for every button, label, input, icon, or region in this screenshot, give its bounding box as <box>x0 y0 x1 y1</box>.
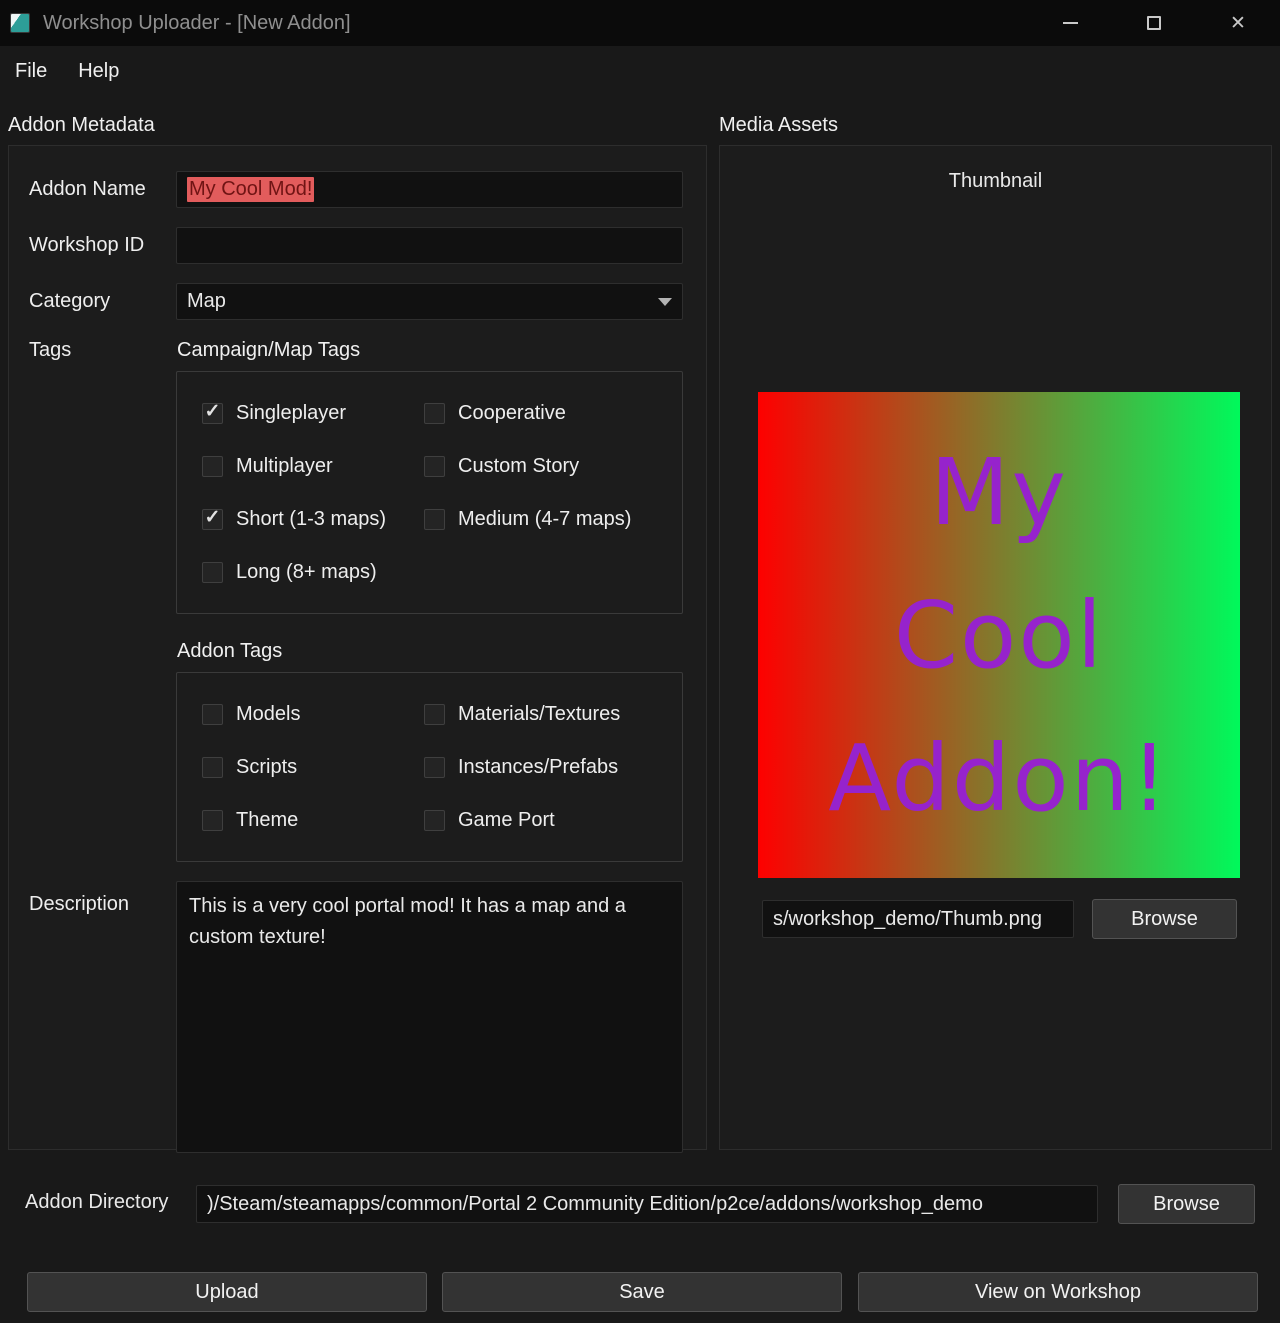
category-selected-value: Map <box>187 290 226 313</box>
checkbox-label: Models <box>236 703 300 726</box>
checkbox-box[interactable] <box>424 456 445 477</box>
checkbox-box[interactable] <box>424 403 445 424</box>
checkbox-scripts[interactable]: Scripts <box>202 756 424 778</box>
tags-label: Tags <box>29 339 176 362</box>
addon-name-row: Addon Name My Cool Mod! <box>29 171 683 208</box>
addon-metadata-panel: Addon Name My Cool Mod! Workshop ID Cate… <box>8 145 707 1150</box>
checkbox-game-port[interactable]: Game Port <box>424 809 672 831</box>
checkbox-box[interactable] <box>424 757 445 778</box>
checkbox-multiplayer[interactable]: Multiplayer <box>202 455 424 477</box>
window-title: Workshop Uploader - [New Addon] <box>43 12 351 35</box>
checkbox-theme[interactable]: Theme <box>202 809 424 831</box>
checkbox-box[interactable] <box>424 704 445 725</box>
checkbox-label: Medium (4-7 maps) <box>458 508 631 531</box>
menu-help[interactable]: Help <box>76 57 121 86</box>
media-assets-panel: Thumbnail My Cool Addon! s/workshop_demo… <box>719 145 1272 1150</box>
addon-metadata-section-title: Addon Metadata <box>8 114 155 137</box>
campaign-map-tags-grid: Singleplayer Cooperative Multiplayer Cus… <box>177 372 682 613</box>
description-row: Description This is a very cool portal m… <box>29 881 683 1153</box>
checkbox-box[interactable] <box>424 509 445 530</box>
checkbox-long-maps[interactable]: Long (8+ maps) <box>202 561 424 583</box>
view-on-workshop-button[interactable]: View on Workshop <box>858 1272 1258 1312</box>
addon-directory-browse-button[interactable]: Browse <box>1118 1184 1255 1224</box>
menu-file[interactable]: File <box>13 57 49 86</box>
checkbox-medium-maps[interactable]: Medium (4-7 maps) <box>424 508 672 530</box>
checkbox-box[interactable] <box>202 810 223 831</box>
workshop-id-label: Workshop ID <box>29 234 176 257</box>
checkbox-label: Long (8+ maps) <box>236 561 377 584</box>
checkbox-label: Instances/Prefabs <box>458 756 618 779</box>
description-label: Description <box>29 881 176 916</box>
addon-directory-label: Addon Directory <box>25 1191 168 1214</box>
checkbox-instances-prefabs[interactable]: Instances/Prefabs <box>424 756 672 778</box>
checkbox-label: Singleplayer <box>236 402 346 425</box>
minimize-icon <box>1063 22 1078 24</box>
thumbnail-path-value: s/workshop_demo/Thumb.png <box>773 908 1042 931</box>
close-button[interactable]: ✕ <box>1196 0 1280 46</box>
window-controls: ✕ <box>1028 0 1280 46</box>
thumbnail-text-line: Cool <box>894 564 1104 707</box>
checkbox-custom-story[interactable]: Custom Story <box>424 455 672 477</box>
checkbox-models[interactable]: Models <box>202 703 424 725</box>
description-textarea[interactable]: This is a very cool portal mod! It has a… <box>176 881 683 1153</box>
thumbnail-preview-image: My Cool Addon! <box>758 392 1240 878</box>
checkbox-label: Cooperative <box>458 402 566 425</box>
maximize-button[interactable] <box>1112 0 1196 46</box>
addon-directory-input[interactable]: )/Steam/steamapps/common/Portal 2 Commun… <box>196 1185 1098 1223</box>
checkbox-label: Custom Story <box>458 455 579 478</box>
app-icon <box>10 13 30 33</box>
workshop-id-input[interactable] <box>176 227 683 264</box>
category-dropdown[interactable]: Map <box>176 283 683 320</box>
checkbox-box[interactable] <box>424 810 445 831</box>
thumbnail-path-input[interactable]: s/workshop_demo/Thumb.png <box>762 900 1074 938</box>
category-label: Category <box>29 290 176 313</box>
thumbnail-text-line: Addon! <box>828 707 1170 850</box>
tags-row: Tags Campaign/Map Tags Singleplayer Coop… <box>29 339 683 862</box>
addon-tags-groupbox: Models Materials/Textures Scripts Instan… <box>176 672 683 862</box>
checkbox-box[interactable] <box>202 403 223 424</box>
checkbox-singleplayer[interactable]: Singleplayer <box>202 402 424 424</box>
checkbox-box[interactable] <box>202 757 223 778</box>
checkbox-materials-textures[interactable]: Materials/Textures <box>424 703 672 725</box>
campaign-map-tags-groupbox: Singleplayer Cooperative Multiplayer Cus… <box>176 371 683 614</box>
checkbox-label: Materials/Textures <box>458 703 620 726</box>
titlebar: Workshop Uploader - [New Addon] ✕ <box>0 0 1280 46</box>
media-assets-section-title: Media Assets <box>719 114 838 137</box>
addon-tags-title: Addon Tags <box>177 640 683 663</box>
addon-tags-grid: Models Materials/Textures Scripts Instan… <box>177 673 682 861</box>
checkbox-box[interactable] <box>202 509 223 530</box>
checkbox-cooperative[interactable]: Cooperative <box>424 402 672 424</box>
addon-name-input[interactable]: My Cool Mod! <box>176 171 683 208</box>
maximize-icon <box>1147 16 1161 30</box>
thumbnail-label: Thumbnail <box>720 170 1271 193</box>
addon-name-selected-text: My Cool Mod! <box>187 177 314 202</box>
checkbox-short-maps[interactable]: Short (1-3 maps) <box>202 508 424 530</box>
campaign-map-tags-title: Campaign/Map Tags <box>177 339 683 362</box>
menubar: File Help <box>0 46 1280 96</box>
checkbox-label: Multiplayer <box>236 455 333 478</box>
workshop-id-row: Workshop ID <box>29 227 683 264</box>
checkbox-label: Game Port <box>458 809 555 832</box>
checkbox-label: Short (1-3 maps) <box>236 508 386 531</box>
thumbnail-browse-button[interactable]: Browse <box>1092 899 1237 939</box>
category-row: Category Map <box>29 283 683 320</box>
checkbox-label: Scripts <box>236 756 297 779</box>
close-icon: ✕ <box>1230 14 1246 33</box>
thumbnail-text-line: My <box>930 421 1068 564</box>
chevron-down-icon <box>658 298 672 306</box>
checkbox-box[interactable] <box>202 704 223 725</box>
checkbox-box[interactable] <box>202 456 223 477</box>
tags-groups: Campaign/Map Tags Singleplayer Cooperati… <box>176 339 683 862</box>
addon-name-label: Addon Name <box>29 178 176 201</box>
minimize-button[interactable] <box>1028 0 1112 46</box>
checkbox-label: Theme <box>236 809 298 832</box>
addon-directory-value: )/Steam/steamapps/common/Portal 2 Commun… <box>207 1193 983 1216</box>
upload-button[interactable]: Upload <box>27 1272 427 1312</box>
save-button[interactable]: Save <box>442 1272 842 1312</box>
checkbox-box[interactable] <box>202 562 223 583</box>
